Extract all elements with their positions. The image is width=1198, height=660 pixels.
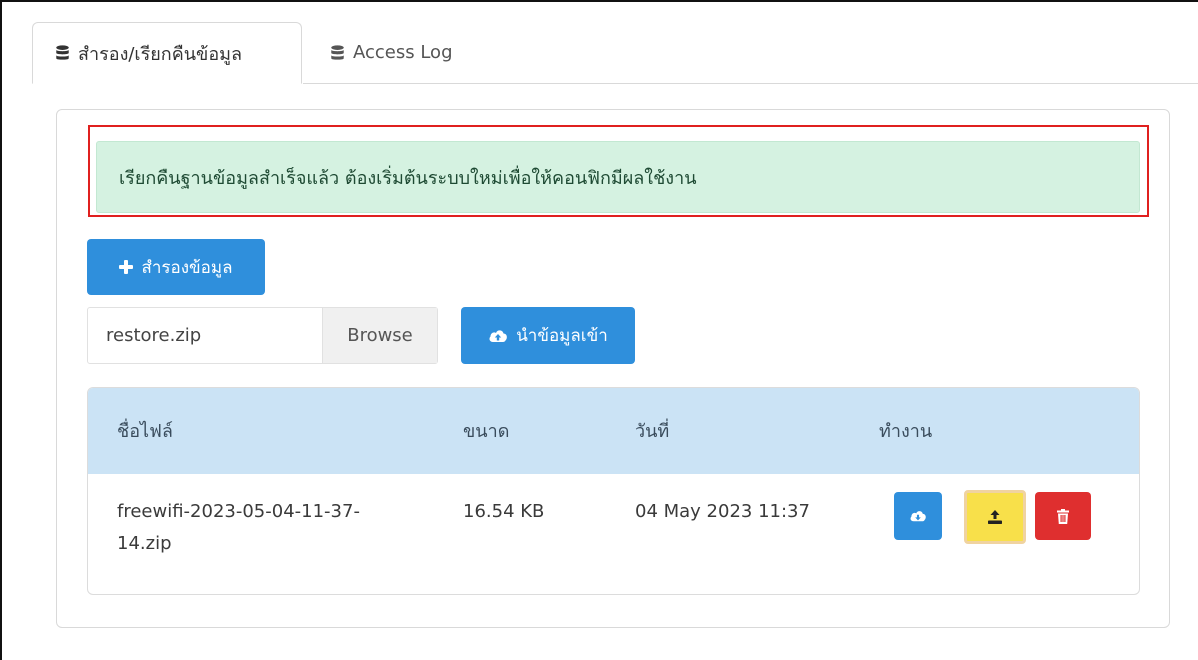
date-cell: 04 May 2023 11:37 bbox=[635, 501, 810, 522]
backup-files-table: ชื่อไฟล์ ขนาด วันที่ ทำงาน freewifi-2023… bbox=[87, 387, 1140, 595]
highlight-box bbox=[88, 125, 1149, 217]
backup-button-label: สำรองข้อมูล bbox=[141, 257, 233, 278]
trash-icon bbox=[1057, 508, 1069, 524]
file-name-value: restore.zip bbox=[106, 325, 202, 346]
download-button[interactable] bbox=[894, 492, 942, 540]
screen-border-left bbox=[0, 0, 2, 660]
tab-access-log[interactable]: Access Log bbox=[330, 22, 453, 83]
size-cell: 16.54 KB bbox=[463, 501, 545, 522]
column-header-actions: ทำงาน bbox=[879, 421, 933, 442]
tab-backup-restore[interactable]: สำรอง/เรียกคืนข้อมูล bbox=[32, 22, 302, 84]
tab-label: Access Log bbox=[353, 42, 453, 63]
filename-cell: freewifi-2023-05-04-11-37- 14.zip bbox=[117, 496, 360, 560]
upload-icon bbox=[988, 510, 1002, 524]
tab-label: สำรอง/เรียกคืนข้อมูล bbox=[78, 43, 243, 65]
cloud-upload-icon bbox=[489, 329, 508, 342]
restore-file-input[interactable]: restore.zip Browse bbox=[87, 307, 438, 364]
browse-button[interactable]: Browse bbox=[322, 308, 437, 363]
tab-bar: สำรอง/เรียกคืนข้อมูล Access Log bbox=[32, 22, 1198, 84]
restore-upload-button[interactable] bbox=[964, 490, 1026, 544]
backup-button[interactable]: สำรองข้อมูล bbox=[87, 239, 265, 295]
plus-icon bbox=[119, 260, 134, 274]
filename-line: freewifi-2023-05-04-11-37- bbox=[117, 501, 360, 522]
delete-button[interactable] bbox=[1035, 492, 1091, 540]
column-header-size: ขนาด bbox=[463, 421, 510, 442]
database-icon bbox=[331, 44, 344, 60]
table-header: ชื่อไฟล์ ขนาด วันที่ ทำงาน bbox=[88, 388, 1139, 474]
screen-border-top bbox=[0, 0, 1198, 2]
cloud-download-icon bbox=[910, 511, 926, 522]
import-button-label: นำข้อมูลเข้า bbox=[516, 326, 608, 346]
filename-line: 14.zip bbox=[117, 533, 172, 554]
column-header-filename: ชื่อไฟล์ bbox=[117, 421, 173, 442]
import-button[interactable]: นำข้อมูลเข้า bbox=[461, 307, 635, 364]
database-icon bbox=[56, 45, 69, 60]
column-header-date: วันที่ bbox=[635, 421, 670, 442]
